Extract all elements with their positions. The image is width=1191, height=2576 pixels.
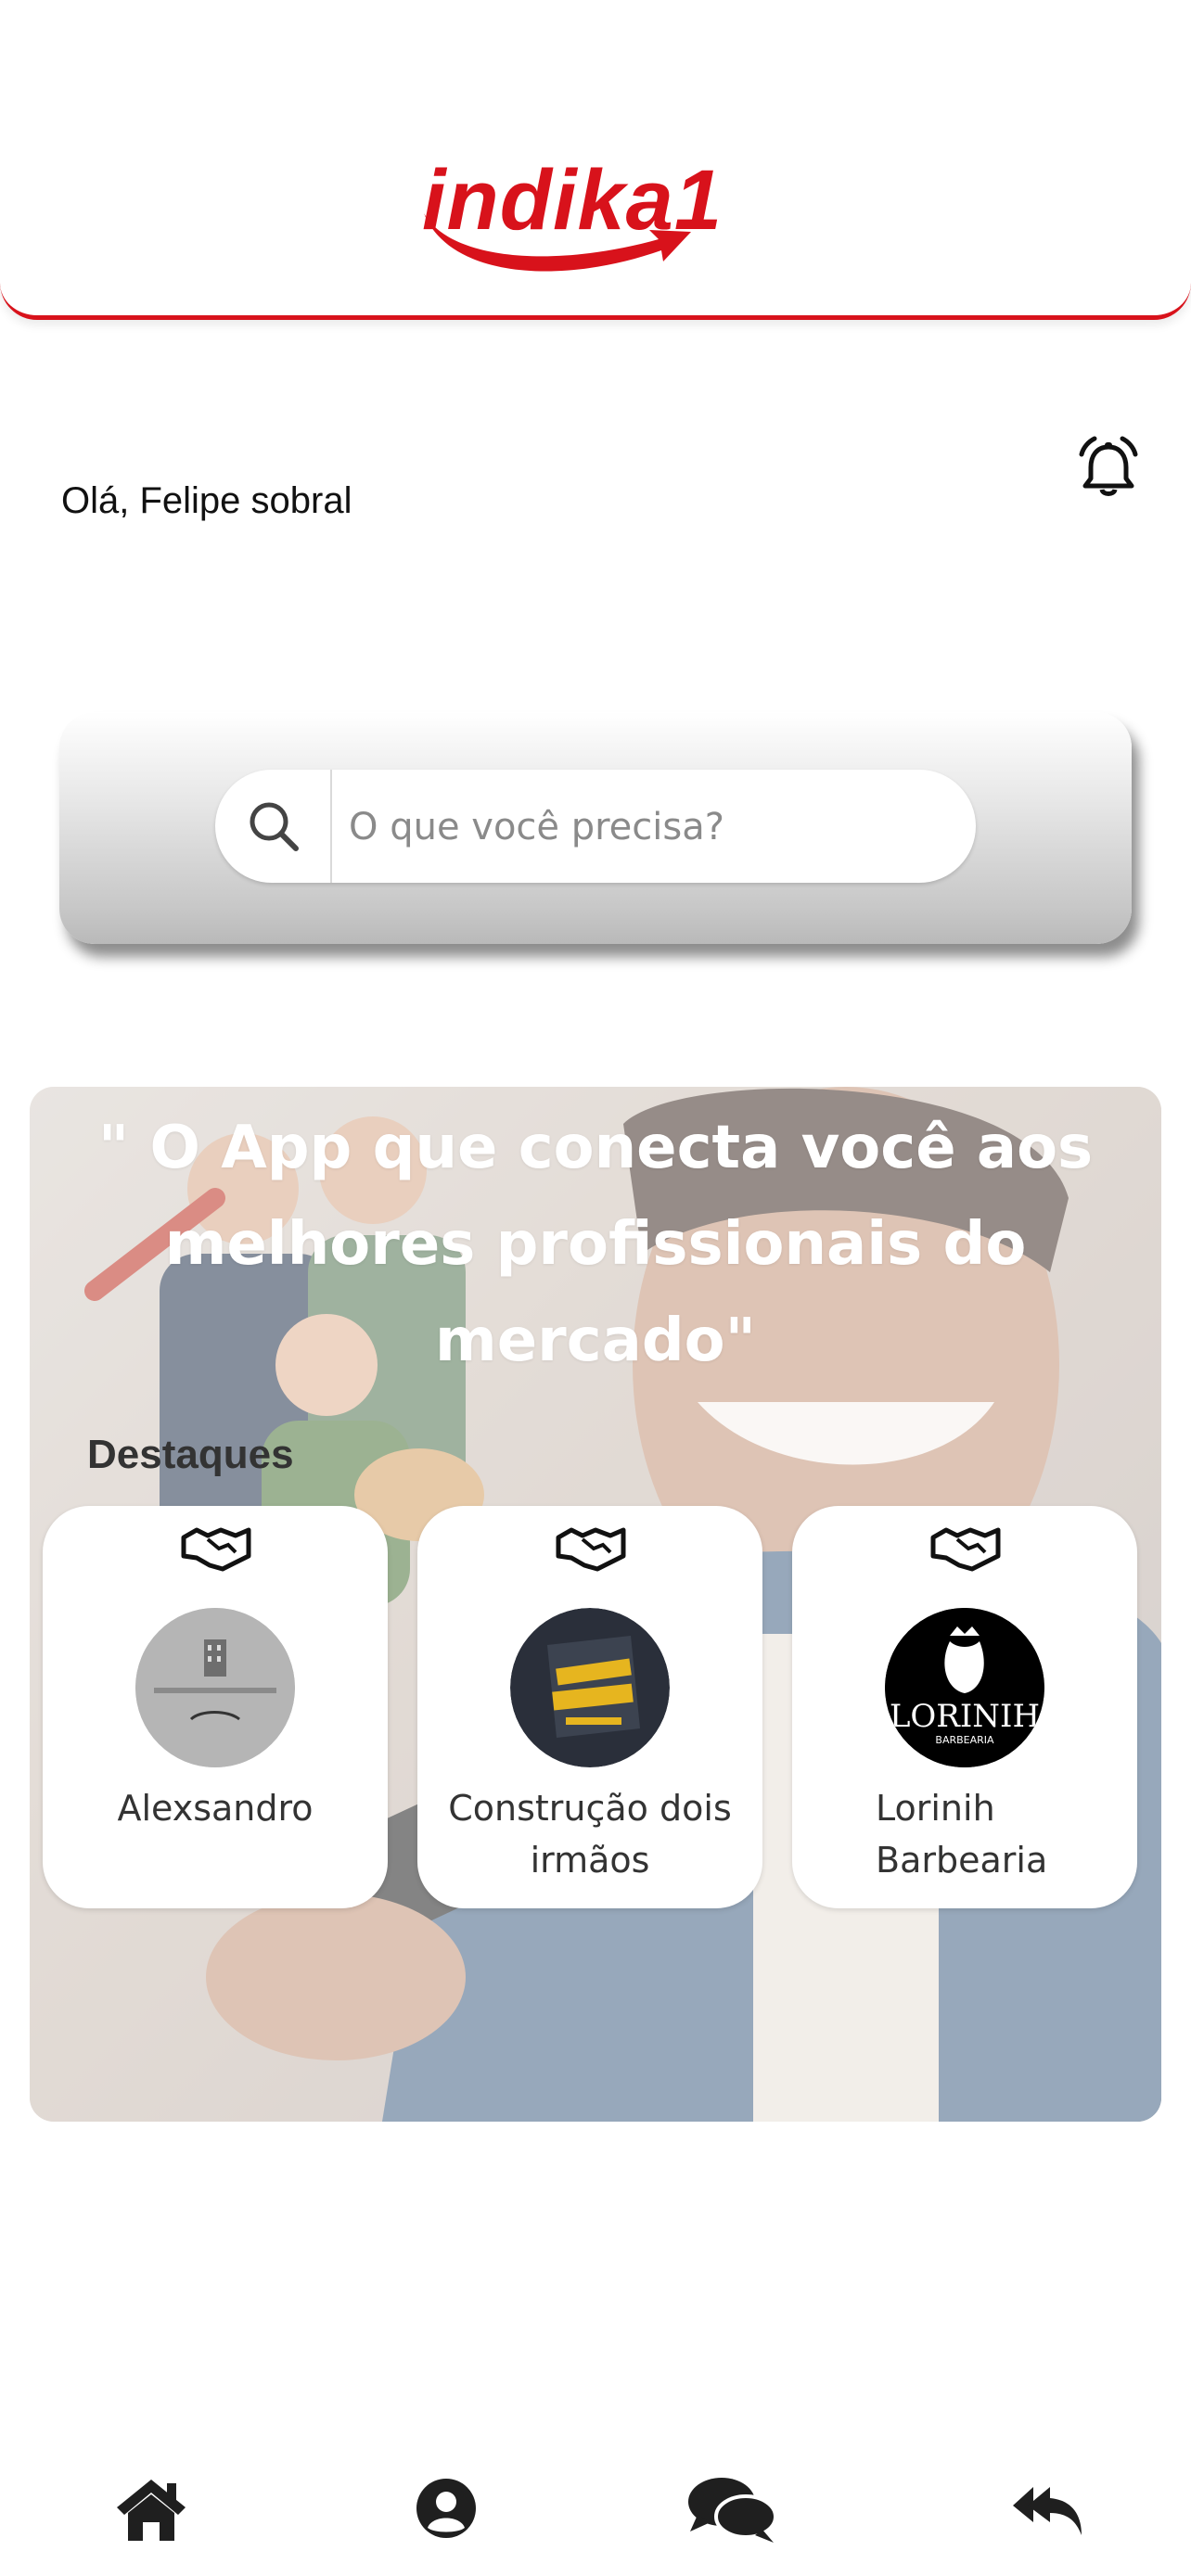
search-bar[interactable] <box>215 770 976 883</box>
indika1-logo: indika1 <box>413 148 784 297</box>
lorinih-logo-subtext: BARBEARIA <box>935 1734 994 1746</box>
featured-name: Lorinih Barbearia <box>876 1788 1048 1881</box>
search-card <box>59 712 1132 944</box>
handshake-icon <box>181 1527 251 1572</box>
logo-swoosh-icon <box>424 213 691 272</box>
handshake-icon <box>930 1527 1001 1572</box>
featured-avatar <box>510 1608 670 1767</box>
chat-icon[interactable] <box>685 2467 781 2550</box>
profile-icon[interactable] <box>404 2467 488 2550</box>
featured-name: Alexsandro <box>117 1788 314 1829</box>
search-input[interactable] <box>336 770 963 883</box>
bottom-navigation <box>0 2448 1191 2559</box>
lorinih-logo-text: LORINIH <box>890 1698 1040 1735</box>
featured-avatar: LORINIH BARBEARIA <box>885 1608 1044 1767</box>
hero-quote: " O App que conecta você aos melhores pr… <box>97 1114 1094 1375</box>
building-logo-icon <box>135 1608 295 1767</box>
dois-irmaos-logo-icon <box>510 1608 670 1767</box>
hero-banner: " O App que conecta você aos melhores pr… <box>30 1087 1161 2122</box>
lorinih-logo-icon: LORINIH BARBEARIA <box>885 1608 1044 1767</box>
app-header: indika1 <box>0 0 1191 320</box>
search-icon-button[interactable] <box>215 770 332 883</box>
featured-avatar <box>135 1608 295 1767</box>
reply-icon[interactable] <box>1005 2467 1089 2550</box>
featured-card[interactable]: Construção dois irmãos <box>417 1506 762 1908</box>
greeting-text: Olá, Felipe sobral <box>61 480 352 521</box>
notification-bell-icon[interactable] <box>1074 434 1143 503</box>
home-icon[interactable] <box>109 2467 193 2550</box>
handshake-icon <box>556 1527 626 1572</box>
destaques-heading: Destaques <box>87 1432 294 1477</box>
search-icon <box>250 802 299 851</box>
featured-card[interactable]: Alexsandro <box>43 1506 388 1908</box>
featured-card[interactable]: LORINIH BARBEARIA Lorinih Barbearia <box>792 1506 1137 1908</box>
featured-name: Construção dois irmãos <box>448 1788 732 1881</box>
